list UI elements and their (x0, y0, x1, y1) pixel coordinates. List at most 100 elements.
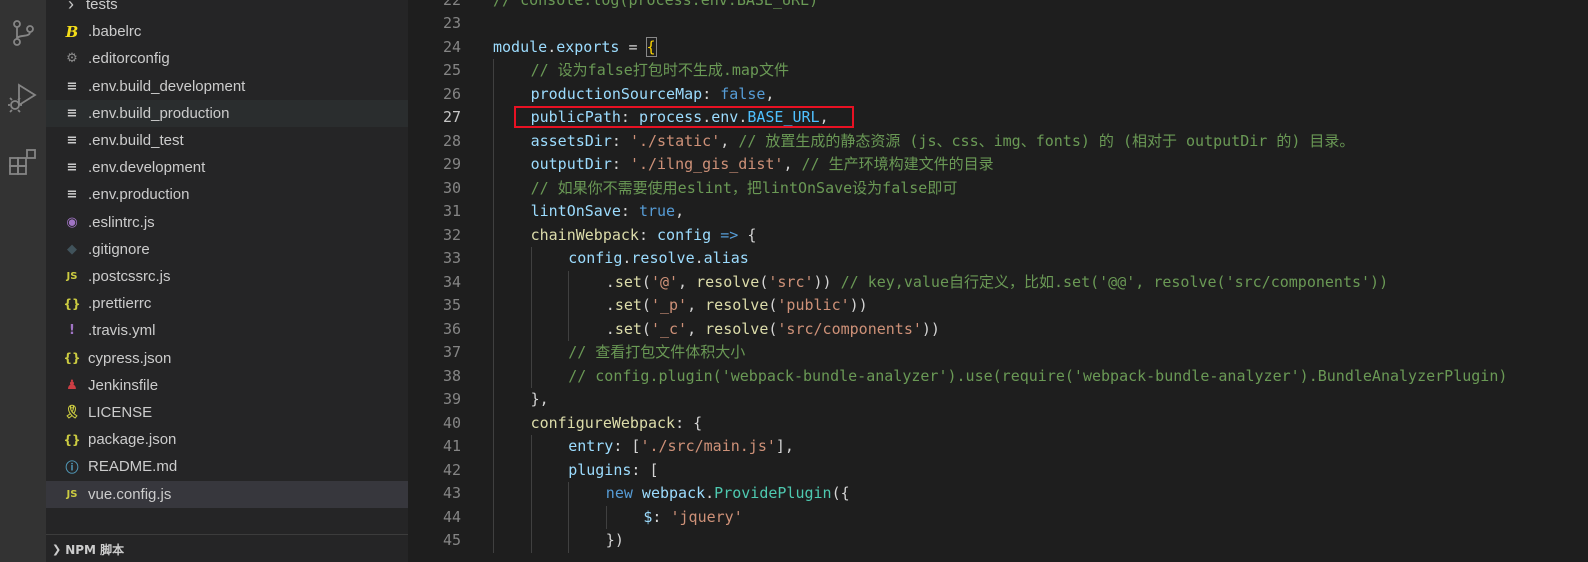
tree-item-eslintrc-js[interactable]: ◉ .eslintrc.js (46, 209, 408, 236)
code-line[interactable]: 30 // 如果你不需要使用eslint，把lintOnSave设为false即可 (408, 176, 1588, 201)
indent-guide (530, 505, 532, 529)
code-line[interactable]: 26 productionSourceMap: false, (408, 82, 1588, 106)
tree-item-package-json[interactable]: {} package.json (46, 426, 408, 453)
code-text: // 查看打包文件体积大小 (568, 341, 745, 365)
code-token: : (620, 202, 639, 220)
tree-item-editorconfig[interactable]: ⚙ .editorconfig (46, 45, 408, 72)
code-line[interactable]: 36 .set('_c', resolve('src/components')) (408, 317, 1588, 342)
tree-item-cypress-json[interactable]: {} cypress.json (46, 345, 408, 372)
tree-item-jenkinsfile[interactable]: ♟ Jenkinsfile (46, 372, 408, 399)
extensions-icon[interactable] (0, 140, 46, 186)
code-token: set (614, 296, 642, 314)
code-token: '_p' (650, 296, 688, 314)
code-line[interactable]: 23 (408, 12, 1588, 36)
tree-item-vue-config-js[interactable]: JS vue.config.js (46, 480, 408, 508)
tree-item-env-development[interactable]: ≡ .env.development (46, 154, 408, 181)
code-editor[interactable]: 22 // console.log(process.env.BASE_URL) 23… (408, 0, 1588, 562)
code-token: webpack (641, 484, 706, 502)
tree-item-gitignore[interactable]: ◆ .gitignore (46, 236, 408, 263)
line-number: 39 (442, 390, 461, 408)
code-token: './ilng_gis_dist' (629, 155, 784, 173)
tree-item-prettierrc[interactable]: {} .prettierrc (46, 290, 408, 317)
code-line[interactable]: 25 // 设为false打包时不生成.map文件 (408, 59, 1588, 83)
tree-item-env-build-test[interactable]: ≡ .env.build_test (46, 127, 408, 154)
code-token: ( (641, 296, 651, 314)
tree-item-env-build-production[interactable]: ≡ .env.build_production (46, 99, 408, 127)
code-token: lintOnSave (530, 202, 621, 220)
code-token: : [ (631, 460, 659, 479)
code-line[interactable]: 34 .set('@', resolve('src')) // key,value… (408, 270, 1588, 295)
code-line[interactable]: 42 plugins: [ (408, 458, 1588, 482)
tree-item-label: Jenkinsfile (88, 376, 159, 394)
tree-item-postcssrc-js[interactable]: JS .postcssrc.js (46, 263, 408, 290)
code-line[interactable]: 40 configureWebpack: { (408, 411, 1588, 435)
code-text: .set('@', resolve('src')) // key,value自行… (606, 271, 1388, 295)
code-token: ( (641, 272, 651, 291)
code-line[interactable]: 31 lintOnSave: true, (408, 200, 1588, 224)
tree-item-travis-yml[interactable]: ! .travis.yml (46, 317, 408, 344)
indent-guide (493, 223, 494, 247)
code-line[interactable]: 35 .set('_p', resolve('public')) (408, 294, 1588, 318)
npm-scripts-header[interactable]: ❯ NPM 脚本 (46, 534, 408, 562)
code-token: true (638, 202, 676, 220)
code-line[interactable]: 44 $: 'jquery' (408, 505, 1588, 529)
activity-bar (0, 0, 46, 562)
code-token: . (547, 37, 557, 56)
code-line[interactable]: 45}) (408, 529, 1588, 553)
code-line[interactable]: 22 // console.log(process.env.BASE_URL) (408, 0, 1588, 12)
indent-guide (493, 59, 494, 83)
line-number: 26 (442, 84, 461, 103)
indent-guide (493, 176, 494, 200)
code-token: './src/main.js' (640, 437, 776, 455)
code-text: // 如果你不需要使用eslint，把lintOnSave设为false即可 (531, 177, 958, 201)
code-token: : (611, 131, 630, 150)
code-line[interactable]: 24 module.exports = { (408, 36, 1588, 60)
code-line[interactable]: 32 chainWebpack: config => { (408, 223, 1588, 247)
tree-item-env-build-development[interactable]: ≡ .env.build_development (46, 73, 408, 100)
code-token: // config.plugin('webpack-bundle-analyze… (568, 366, 1508, 385)
indent-guide (493, 341, 494, 365)
tree-item-env-production[interactable]: ≡ .env.production (46, 181, 408, 208)
code-token: // 查看打包文件体积大小 (568, 343, 746, 361)
code-line[interactable]: 29 outputDir: './ilng_gis_dist', // 生产环境构… (408, 153, 1588, 177)
code-token: '@' (650, 272, 679, 291)
line-number: 37 (442, 343, 461, 361)
indent-guide (530, 294, 532, 318)
code-line[interactable]: 43 new webpack.ProvidePlugin({ (408, 482, 1588, 506)
code-token: : { (675, 413, 703, 432)
code-token: 'src' (768, 272, 814, 291)
code-text: config.resolve.alias (568, 247, 749, 271)
indent-guide (493, 247, 494, 271)
code-token: )) (813, 272, 832, 291)
line-number: 42 (442, 460, 461, 479)
indent-guide (530, 364, 532, 388)
tree-item-readme-md[interactable]: ⓘ README.md (46, 453, 408, 480)
source-control-icon[interactable] (0, 10, 46, 56)
code-token: chainWebpack (530, 225, 639, 244)
indent-guide (568, 270, 570, 294)
code-token: : (702, 84, 721, 103)
code-text: .set('_c', resolve('src/components')) (606, 318, 940, 342)
tree-item-license[interactable]: 🎗 LICENSE (46, 399, 408, 426)
line-number: 33 (442, 249, 461, 267)
code-token: 'public' (777, 296, 850, 314)
line-number: 32 (442, 225, 461, 244)
code-line[interactable]: 37 // 查看打包文件体积大小 (408, 341, 1588, 365)
code-line[interactable]: 39}, (408, 388, 1588, 412)
indent-guide (493, 82, 494, 106)
indent-guide (568, 505, 570, 529)
tree-item-tests[interactable]: › tests (46, 0, 408, 18)
tree-item-babelrc[interactable]: B .babelrc (46, 18, 408, 45)
tree-item-label: .prettierrc (88, 295, 152, 313)
indent-guide (530, 458, 532, 482)
code-token: configureWebpack (530, 413, 676, 432)
code-line[interactable]: 41 entry: ['./src/main.js'], (408, 435, 1588, 459)
code-token: = (619, 37, 647, 56)
code-line[interactable]: 28 assetsDir: './static', // 放置生成的静态资源 (j… (408, 129, 1588, 153)
code-token: . (705, 484, 715, 502)
lines-icon: ≡ (66, 78, 78, 94)
code-line[interactable]: 33 config.resolve.alias (408, 247, 1588, 271)
run-debug-icon[interactable] (0, 74, 46, 120)
code-line[interactable]: 38 // config.plugin('webpack-bundle-analy… (408, 364, 1588, 388)
